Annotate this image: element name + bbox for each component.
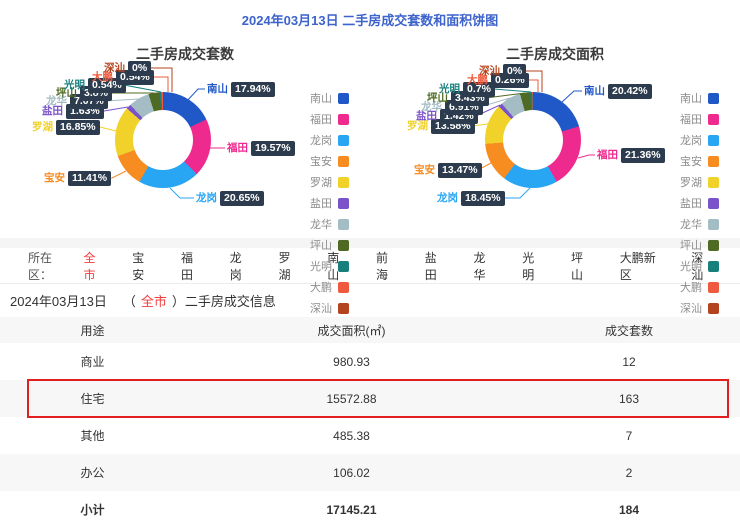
legend-item[interactable]: 大鹏 (310, 279, 349, 295)
legend-item[interactable]: 龙岗 (310, 132, 349, 148)
col-header-count: 成交套数 (604, 323, 653, 338)
callout-baoan: 宝安 13.47% (414, 163, 482, 178)
table-row-highlighted: 住宅 15572.88 163 (0, 380, 740, 417)
filter-label: 所在区： (28, 250, 53, 282)
legend-swatch (708, 281, 719, 293)
legend-item[interactable]: 福田 (680, 111, 719, 127)
legend-item[interactable]: 光明 (680, 258, 719, 274)
filter-item-baoan[interactable]: 宝安 (132, 249, 155, 283)
legend-swatch (708, 92, 719, 104)
leader-line (561, 90, 582, 103)
col-header-area: 成交面积(㎡) (317, 323, 386, 338)
col-header-use: 用途 (80, 323, 105, 338)
table-row: 商业 980.93 12 (80, 354, 636, 370)
legend-item[interactable]: 坪山 (680, 237, 719, 253)
legend-item[interactable]: 坪山 (310, 237, 349, 253)
legend-item[interactable]: 深汕 (310, 300, 349, 316)
callout-nanshan: 南山 17.94% (207, 82, 275, 97)
table-header: 用途 成交面积(㎡) 成交套数 (0, 317, 740, 343)
legend-swatch (338, 134, 349, 146)
section-divider (0, 238, 740, 248)
legend-swatch (708, 113, 719, 125)
filter-item-pingshan[interactable]: 坪山 (571, 249, 594, 283)
info-scope: 全市 (140, 294, 167, 309)
legend-item[interactable]: 光明 (310, 258, 349, 274)
legend-item[interactable]: 罗湖 (680, 174, 719, 190)
callout-shenshan: 深汕 0% (479, 64, 527, 79)
legend-item[interactable]: 深汕 (680, 300, 719, 316)
legend-swatch (338, 260, 349, 272)
legend-item[interactable]: 宝安 (680, 153, 719, 169)
legend-item[interactable]: 龙华 (680, 216, 719, 232)
info-suffix: 二手房成交信息 (184, 294, 276, 309)
table-row: 办公 106.02 2 (0, 454, 740, 491)
district-filter: 所在区： 全市 宝安 福田 龙岗 罗湖 南山 前海 盐田 龙华 光明 坪山 大鹏… (0, 248, 740, 284)
legend-swatch (338, 113, 349, 125)
legend-swatch (708, 134, 719, 146)
table-row-total: 小计 17145.21 184 (80, 502, 640, 518)
pie-chart-counts: 二手房成交套数 南山 17.94% 福田 19.57% 龙岗 20.65% 宝安… (0, 40, 370, 315)
callout-longgang: 龙岗 18.45% (437, 191, 505, 206)
callout-luohu: 罗湖 16.85% (32, 120, 100, 135)
legend-swatch (338, 176, 349, 188)
legend-swatch (338, 281, 349, 293)
legend-swatch (708, 302, 719, 314)
legend-swatch (338, 218, 349, 230)
charts-row: 二手房成交套数 南山 17.94% 福田 19.57% 龙岗 20.65% 宝安… (0, 40, 740, 315)
legend-item[interactable]: 福田 (310, 111, 349, 127)
legend-swatch (338, 92, 349, 104)
legend-item[interactable]: 南山 (310, 90, 349, 106)
donut-area[interactable] (485, 92, 581, 188)
info-title: 2024年03月13日 （ 全市 ） 二手房成交信息 (0, 284, 740, 317)
legend-swatch (338, 239, 349, 251)
legend-item[interactable]: 盐田 (310, 195, 349, 211)
legend-swatch (338, 155, 349, 167)
info-date: 2024年03月13日 (10, 294, 107, 309)
page: 2024年03月13日 二手房成交套数和面积饼图 二手房成交套数 南山 17.9… (0, 0, 740, 527)
leader-line (577, 154, 595, 159)
legend-swatch (338, 197, 349, 209)
legend-item[interactable]: 大鹏 (680, 279, 719, 295)
filter-item-longhua[interactable]: 龙华 (473, 249, 496, 283)
chart-title: 二手房成交套数 (136, 46, 234, 62)
callout-futian: 福田 21.36% (597, 148, 665, 163)
legend-swatch (708, 218, 719, 230)
callout-futian: 福田 19.57% (227, 141, 295, 156)
callout-shenshan: 深汕 0% (104, 61, 152, 76)
callout-longgang: 龙岗 20.65% (196, 191, 264, 206)
callout-nanshan: 南山 20.42% (584, 84, 652, 99)
paren-open: （ (122, 294, 136, 309)
legend-swatch (708, 260, 719, 272)
paren-close: ） (171, 294, 185, 309)
filter-item-quanshi[interactable]: 全市 (83, 249, 106, 283)
filter-item-futian[interactable]: 福田 (181, 249, 204, 283)
legend-swatch (708, 176, 719, 188)
legend-area: 南山 福田 龙岗 宝安 罗湖 盐田 龙华 坪山 光明 大鹏 深汕 (657, 90, 719, 316)
table-row: 其他 485.38 7 (80, 428, 633, 444)
legend-item[interactable]: 龙华 (310, 216, 349, 232)
legend-swatch (708, 155, 719, 167)
legend-swatch (708, 239, 719, 251)
leader-line (169, 187, 194, 199)
legend-swatch (338, 302, 349, 314)
callout-baoan: 宝安 11.41% (44, 171, 112, 186)
chart-title: 二手房成交面积 (506, 46, 604, 62)
page-title: 2024年03月13日 二手房成交套数和面积饼图 (241, 13, 499, 28)
donut-counts[interactable] (115, 92, 211, 188)
filter-item-qianhai[interactable]: 前海 (376, 249, 399, 283)
filter-item-longgang[interactable]: 龙岗 (230, 249, 253, 283)
legend-counts: 南山 福田 龙岗 宝安 罗湖 盐田 龙华 坪山 光明 大鹏 深汕 (287, 90, 349, 316)
legend-item[interactable]: 南山 (680, 90, 719, 106)
legend-item[interactable]: 龙岗 (680, 132, 719, 148)
deals-table: 用途 成交面积(㎡) 成交套数 商业 980.93 12 住宅 15572.88… (0, 317, 740, 527)
legend-swatch (708, 197, 719, 209)
legend-item[interactable]: 罗湖 (310, 174, 349, 190)
legend-item[interactable]: 盐田 (680, 195, 719, 211)
legend-item[interactable]: 宝安 (310, 153, 349, 169)
filter-item-guangming[interactable]: 光明 (522, 249, 545, 283)
pie-chart-area: 二手房成交面积 南山 20.42% 福田 21.36% 龙岗 18.45% 宝安… (370, 40, 740, 315)
filter-item-yantian[interactable]: 盐田 (425, 249, 448, 283)
